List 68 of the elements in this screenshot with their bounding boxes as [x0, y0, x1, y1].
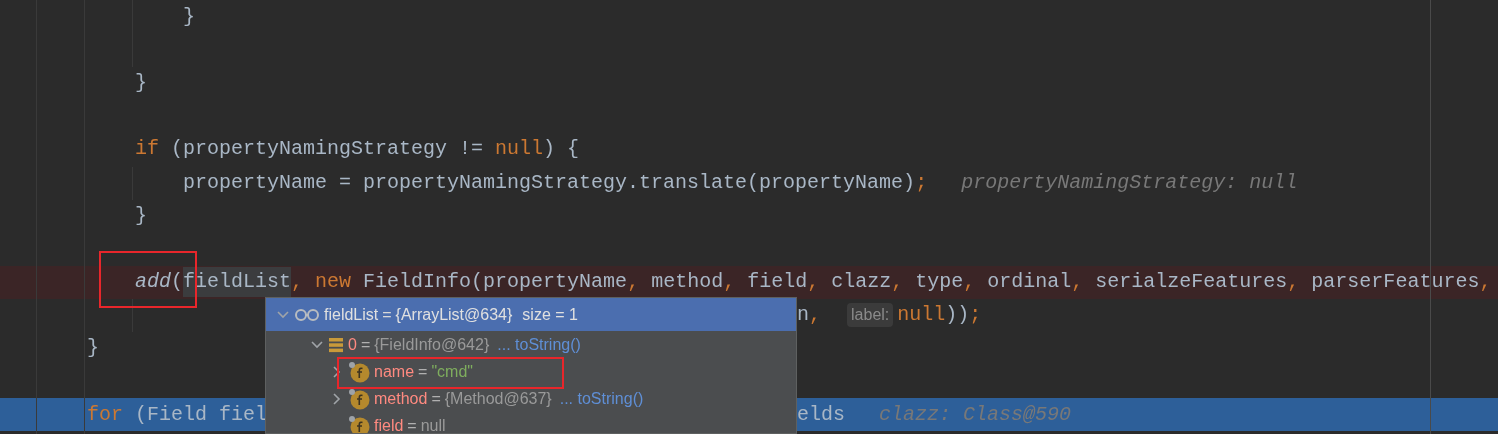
field-icon — [348, 360, 370, 383]
code-text: (propertyNamingStrategy != — [170, 136, 485, 163]
code-keyword: , — [1479, 269, 1492, 296]
code-keyword: null — [897, 302, 946, 329]
variable-name: fieldList — [324, 305, 379, 324]
tree-row[interactable]: 0 = {FieldInfo@642} ... toString() — [266, 331, 796, 358]
code-text: )) — [945, 302, 970, 329]
code-text: ordinal — [986, 269, 1072, 296]
code-text: } — [183, 3, 195, 30]
code-text: } — [135, 202, 147, 229]
field-icon — [348, 414, 370, 433]
code-text: serialzeFeatures — [1094, 269, 1288, 296]
tree-row[interactable]: field = null — [266, 412, 796, 433]
field-icon — [348, 387, 370, 410]
equals-sign: = — [407, 416, 417, 433]
code-text: } — [87, 335, 99, 362]
code-keyword: , — [891, 269, 904, 296]
tree-row[interactable]: method = {Method@637} ... toString() — [266, 385, 796, 412]
equals-sign: = — [418, 362, 428, 381]
method-call: add — [135, 269, 171, 296]
variable-name: name — [374, 362, 415, 381]
variable-name: 0 — [348, 335, 357, 354]
variable-value: {Method@637} — [444, 389, 552, 408]
code-text: (Field fiel — [134, 401, 268, 428]
variable-value: "cmd" — [431, 362, 473, 381]
size-label: size = 1 — [522, 305, 578, 324]
code-text: elds — [797, 401, 845, 428]
code-text: clazz — [830, 269, 892, 296]
code-keyword: , new — [291, 269, 352, 296]
equals-sign: = — [382, 305, 392, 324]
code-text: propertyName = propertyNamingStrategy.translate(propertyName) — [183, 169, 916, 196]
variable-value: null — [420, 416, 446, 433]
inline-value-hint: clazz: Class@590 — [879, 401, 1072, 428]
inline-value-hint: propertyNamingStrategy: null — [961, 169, 1298, 196]
variable-name: method — [374, 389, 428, 408]
code-text: type — [914, 269, 964, 296]
code-keyword: ; — [969, 302, 982, 329]
equals-sign: = — [431, 389, 441, 408]
code-keyword: , — [807, 269, 820, 296]
variable-name: field — [374, 416, 404, 433]
glasses-icon — [294, 307, 320, 322]
code-text: FieldInfo(propertyName — [362, 269, 628, 296]
code-keyword: , — [963, 269, 976, 296]
code-keyword: for — [87, 401, 123, 428]
code-text: ) { — [543, 136, 580, 163]
code-text: parserFeatures — [1310, 269, 1480, 296]
parameter-hint: label: — [847, 303, 894, 328]
equals-sign: = — [360, 335, 371, 354]
code-text: method — [650, 269, 724, 296]
code-keyword: if — [135, 136, 159, 163]
code-keyword: , — [1071, 269, 1084, 296]
code-keyword: , — [723, 269, 736, 296]
tree-row[interactable]: fieldList = {ArrayList@634} size = 1 — [266, 298, 796, 331]
tree-row[interactable]: name = "cmd" — [266, 358, 796, 385]
code-text: ( — [171, 269, 184, 296]
variable-value: {ArrayList@634} — [395, 305, 513, 324]
tostring-link[interactable]: ... toString() — [559, 389, 644, 408]
variable-value: {FieldInfo@642} — [374, 335, 490, 354]
code-keyword: null — [495, 136, 544, 163]
code-keyword: , — [809, 302, 822, 329]
code-keyword: ; — [915, 169, 928, 196]
list-icon — [328, 336, 344, 353]
code-keyword: , — [1287, 269, 1300, 296]
code-keyword: , — [627, 269, 640, 296]
code-text: field — [746, 269, 808, 296]
code-text: n — [797, 302, 809, 329]
tostring-link[interactable]: ... toString() — [497, 335, 581, 354]
code-text: } — [135, 69, 147, 96]
